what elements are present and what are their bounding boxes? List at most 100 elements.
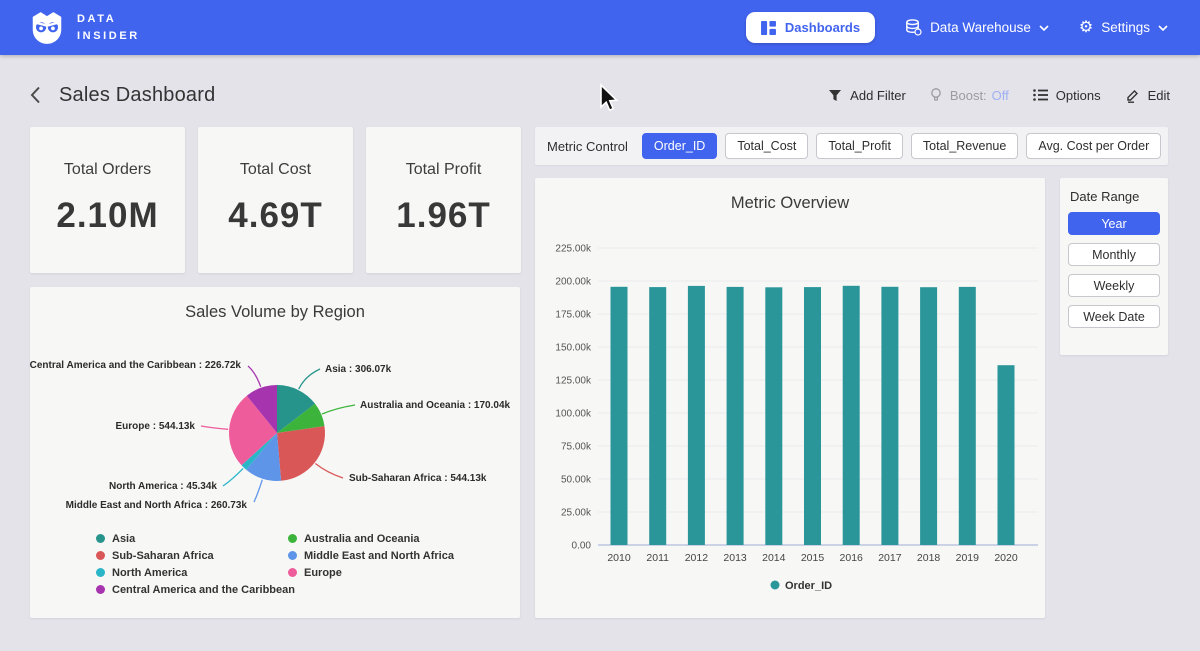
bar-2011[interactable] [649,287,666,545]
x-tick-label: 2015 [801,552,825,564]
gear-icon: ⚙ [1079,20,1093,36]
x-tick-label: 2014 [762,552,786,564]
legend-label: Sub-Saharan Africa [112,550,214,562]
legend-dot [96,551,105,560]
add-filter-button[interactable]: Add Filter [828,88,906,103]
date-range-card: Date Range Year Monthly Weekly Week Date [1060,178,1168,355]
page-header: Sales Dashboard Add Filter Boost: Off [28,74,1170,116]
legend-label: Middle East and North Africa [304,550,454,562]
legend-item-sub-saharan-africa[interactable]: Sub-Saharan Africa [96,547,295,564]
header-tools: Add Filter Boost: Off Options [828,88,1170,103]
kpi-label: Total Cost [198,161,353,179]
bar-2012[interactable] [688,286,705,545]
x-tick-label: 2018 [917,552,941,564]
legend-item-europe[interactable]: Europe [288,564,454,581]
date-range-label: Date Range [1070,189,1168,204]
bar-2015[interactable] [804,287,821,545]
metric-option-total-cost[interactable]: Total_Cost [725,133,808,159]
x-tick-label: 2011 [646,552,669,564]
database-icon [905,19,922,36]
pie-legend-col-2: Australia and Oceania Middle East and Nor… [288,530,454,581]
kpi-card-total-profit: Total Profit 1.96T [366,127,521,273]
legend-item-middle-east-and-north-africa[interactable]: Middle East and North Africa [288,547,454,564]
date-range-option-weekly[interactable]: Weekly [1068,274,1160,297]
legend-item-north-america[interactable]: North America [96,564,295,581]
legend-item-asia[interactable]: Asia [96,530,295,547]
bar-2013[interactable] [727,287,744,545]
legend-dot [96,568,105,577]
pie-chart-card: Sales Volume by Region Asia : 306.07kAus… [30,287,520,618]
chevron-down-icon [1158,25,1168,31]
metric-option-order-id[interactable]: Order_ID [642,133,717,159]
legend-item-central-america-and-the-caribbean[interactable]: Central America and the Caribbean [96,581,295,598]
edit-button[interactable]: Edit [1125,88,1170,103]
options-button[interactable]: Options [1033,88,1101,103]
back-button[interactable] [28,84,43,106]
pie-label-north-america: North America : 45.34k [109,481,217,492]
date-range-option-week-date[interactable]: Week Date [1068,305,1160,328]
x-tick-label: 2019 [956,552,980,564]
metric-option-total-profit[interactable]: Total_Profit [816,133,903,159]
metric-option-total-revenue[interactable]: Total_Revenue [911,133,1018,159]
legend-dot [288,568,297,577]
pie-label-line [299,369,320,389]
kpi-card-total-orders: Total Orders 2.10M [30,127,185,273]
pie-label-line [248,366,261,387]
metric-option-avg-cost-per-order[interactable]: Avg. Cost per Order [1026,133,1161,159]
bar-legend-label[interactable]: Order_ID [785,580,832,592]
navbar-menu: Dashboards Data Warehouse ⚙ Settings [746,12,1168,43]
owl-logo-icon [28,9,66,47]
bar-2020[interactable] [998,365,1015,545]
pie-label-asia: Asia : 306.07k [325,364,392,375]
legend-label: Europe [304,567,342,579]
filter-funnel-icon [828,89,842,102]
brand-logo[interactable]: DATA INSIDER [28,9,140,47]
kpi-label: Total Profit [366,161,521,179]
pie-label-line [254,480,262,502]
pie-label-sub-saharan-africa: Sub-Saharan Africa : 544.13k [349,473,487,484]
nav-dashboards-button[interactable]: Dashboards [746,12,875,43]
app-window: DATA INSIDER Dashboards D [0,0,1200,651]
nav-data-warehouse[interactable]: Data Warehouse [905,19,1049,36]
legend-dot [288,551,297,560]
bar-2017[interactable] [881,287,898,545]
brand-line-1: DATA [77,11,140,28]
legend-dot [288,534,297,543]
y-tick-label: 100.00k [555,409,592,420]
y-tick-label: 225.00k [555,244,592,255]
bar-chart-svg: 0.0025.00k50.00k75.00k100.00k125.00k150.… [535,178,1045,618]
date-range-option-year[interactable]: Year [1068,212,1160,235]
navbar: DATA INSIDER Dashboards D [0,0,1200,55]
bar-2019[interactable] [959,287,976,545]
pie-slice-sub-saharan-africa[interactable] [277,426,325,481]
bar-2010[interactable] [611,287,628,545]
bar-2014[interactable] [765,287,782,545]
kpi-card-total-cost: Total Cost 4.69T [198,127,353,273]
legend-dot [96,534,105,543]
y-tick-label: 150.00k [555,343,592,354]
bar-2018[interactable] [920,287,937,545]
chevron-left-icon [30,86,41,104]
pie-label-europe: Europe : 544.13k [116,421,196,432]
nav-settings-label: Settings [1101,20,1150,35]
bar-legend-dot [771,581,780,590]
pencil-edit-icon [1125,88,1140,103]
x-tick-label: 2010 [607,552,631,564]
date-range-option-monthly[interactable]: Monthly [1068,243,1160,266]
boost-balloon-icon [930,88,942,103]
legend-item-australia-and-oceania[interactable]: Australia and Oceania [288,530,454,547]
legend-label: Central America and the Caribbean [112,584,295,596]
boost-toggle[interactable]: Boost: Off [930,88,1009,103]
x-tick-label: 2016 [840,552,864,564]
metric-control-label: Metric Control [547,139,628,154]
nav-settings[interactable]: ⚙ Settings [1079,20,1168,36]
y-tick-label: 200.00k [555,277,592,288]
y-tick-label: 175.00k [555,310,592,321]
bar-2016[interactable] [843,286,860,545]
pie-label-australia-and-oceania: Australia and Oceania : 170.04k [360,400,511,411]
nav-dashboards-label: Dashboards [785,20,860,35]
edit-label: Edit [1148,88,1170,103]
pie-legend-col-1: Asia Sub-Saharan Africa North America Centr… [96,530,295,598]
list-options-icon [1033,89,1048,101]
nav-data-warehouse-label: Data Warehouse [930,20,1031,35]
